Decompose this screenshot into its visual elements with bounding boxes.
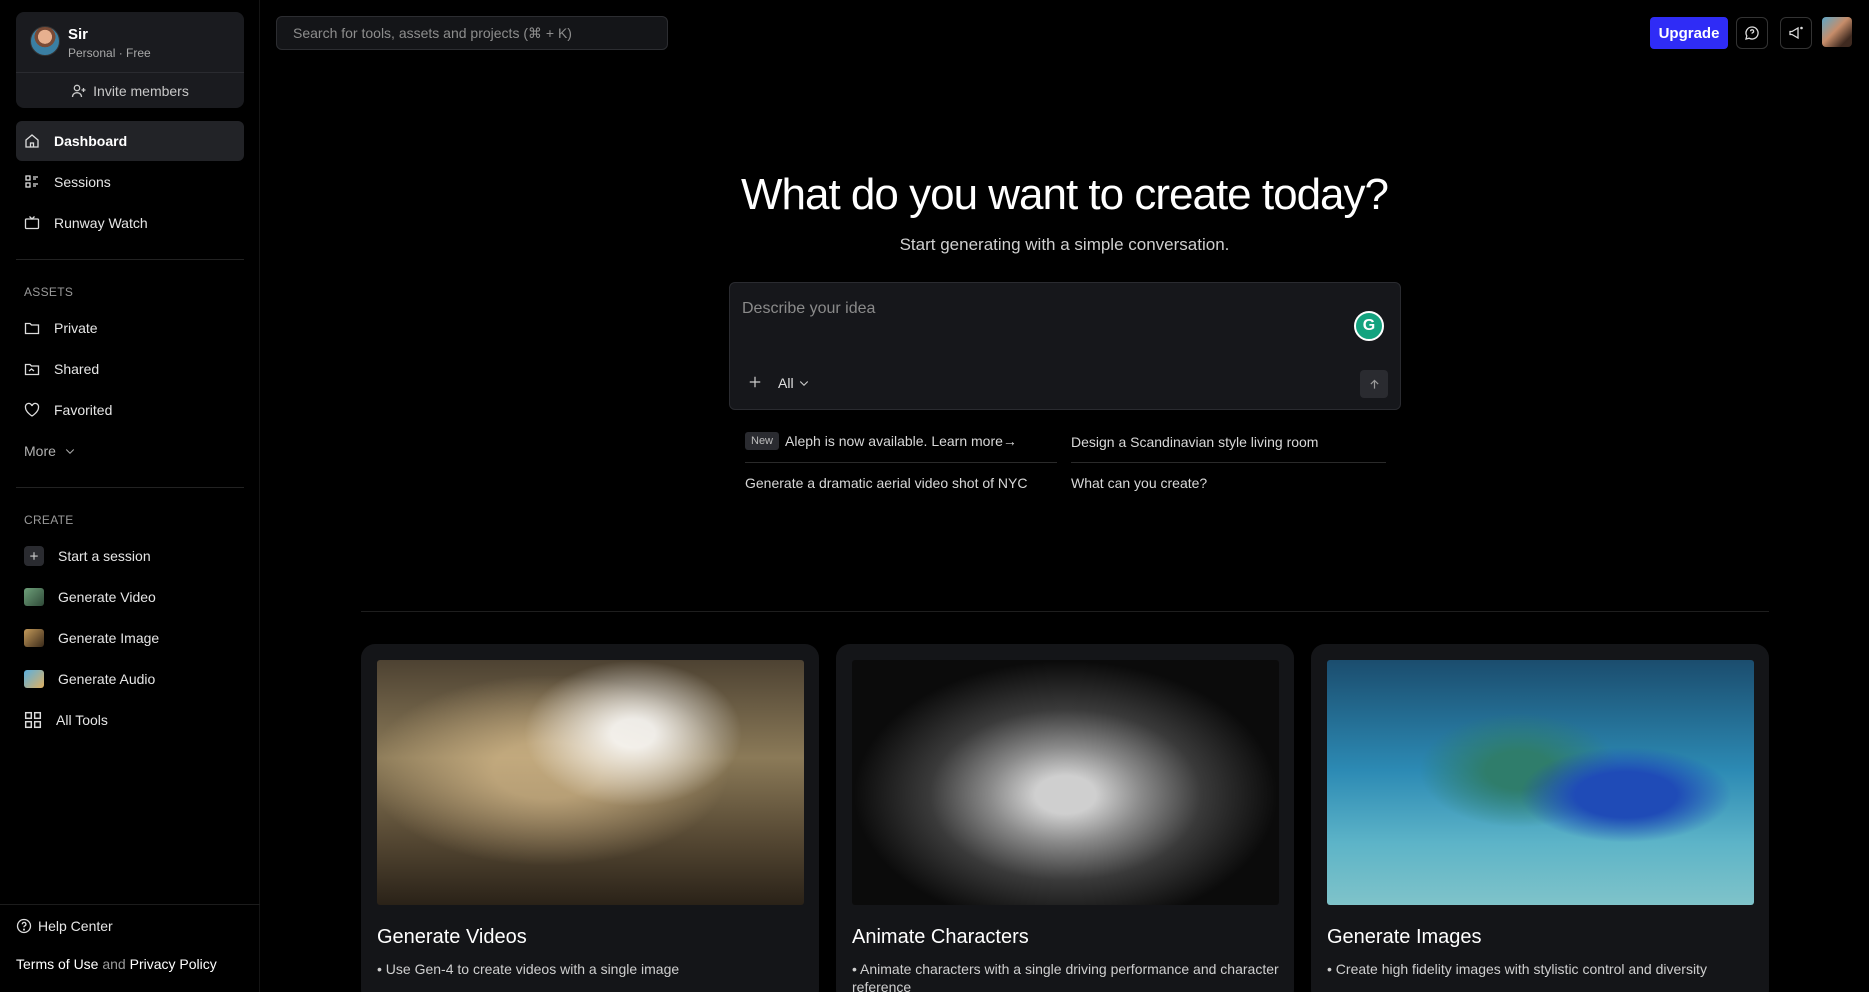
- sidebar-item-label: Generate Audio: [58, 671, 156, 687]
- card-generate-videos[interactable]: Generate Videos • Use Gen-4 to create vi…: [361, 644, 819, 992]
- sidebar-item-label: Favorited: [54, 402, 113, 418]
- sidebar-item-shared[interactable]: Shared: [16, 349, 244, 389]
- suggestion-label: What can you create?: [1071, 475, 1208, 491]
- search-placeholder: Search for tools, assets and projects (⌘…: [293, 24, 572, 41]
- more-label: More: [24, 443, 56, 459]
- terms-link[interactable]: Terms of Use: [16, 956, 98, 972]
- sidebar-item-favorited[interactable]: Favorited: [16, 390, 244, 430]
- new-badge: New: [745, 432, 780, 450]
- heart-icon: [24, 402, 40, 417]
- sidebar-item-generate-audio[interactable]: Generate Audio: [16, 659, 244, 699]
- card-title: Animate Characters: [852, 926, 1029, 948]
- chat-bubble-icon: [1745, 26, 1759, 40]
- megaphone-icon: [1789, 26, 1803, 40]
- image-thumbnail-icon: [24, 629, 44, 647]
- hero-subtitle: Start generating with a simple conversat…: [899, 235, 1230, 254]
- sidebar-footer-divider: [0, 904, 260, 905]
- legal-and-text: and: [102, 956, 126, 972]
- send-button[interactable]: [1360, 370, 1388, 398]
- card-description: • Use Gen-4 to create videos with a sing…: [377, 961, 680, 977]
- plus-icon: [24, 546, 44, 566]
- card-description: • Animate characters with a single drivi…: [852, 961, 1279, 992]
- account-name[interactable]: Sir: [68, 26, 88, 43]
- sidebar-item-generate-image[interactable]: Generate Image: [16, 618, 244, 658]
- sidebar-item-label: Dashboard: [54, 133, 128, 149]
- shared-folder-icon: [24, 363, 40, 376]
- profile-avatar[interactable]: [1822, 17, 1852, 47]
- sidebar-item-label: Private: [54, 320, 98, 336]
- invite-members-button[interactable]: Invite members: [16, 76, 244, 106]
- content-divider: [361, 611, 1769, 612]
- sidebar-item-label: Generate Image: [58, 630, 160, 646]
- add-attachment-button[interactable]: [748, 373, 762, 394]
- sidebar-item-all-tools[interactable]: All Tools: [16, 700, 244, 740]
- suggestion-label: Design a Scandinavian style living room: [1071, 434, 1319, 450]
- upgrade-button[interactable]: Upgrade: [1650, 17, 1728, 49]
- sidebar-item-label: All Tools: [56, 712, 108, 728]
- help-center-link[interactable]: Help Center: [16, 918, 113, 934]
- video-thumbnail-icon: [24, 588, 44, 606]
- mode-dropdown[interactable]: All: [778, 375, 810, 391]
- sidebar-item-dashboard[interactable]: Dashboard: [16, 121, 244, 161]
- sidebar-item-start-session[interactable]: Start a session: [16, 536, 244, 576]
- chevron-down-icon: [65, 449, 75, 454]
- card-animate-characters[interactable]: Animate Characters • Animate characters …: [836, 644, 1294, 992]
- suggestion-label: Aleph is now available. Learn more→: [785, 433, 1017, 449]
- assets-heading: ASSETS: [24, 285, 74, 299]
- suggestion-divider: [1071, 462, 1386, 463]
- create-heading: CREATE: [24, 513, 74, 527]
- announcements-button[interactable]: [1780, 17, 1812, 49]
- folder-icon: [24, 322, 40, 335]
- suggestion-aerial-nyc[interactable]: Generate a dramatic aerial video shot of…: [745, 475, 1027, 491]
- arrow-up-icon: [1369, 379, 1379, 389]
- grid-icon: [24, 711, 42, 729]
- invite-members-label: Invite members: [93, 83, 189, 99]
- home-icon: [25, 134, 39, 148]
- legal-links: Terms of Use and Privacy Policy: [16, 956, 217, 972]
- sidebar-item-label: Start a session: [58, 548, 151, 564]
- suggestion-what-can-you-create[interactable]: What can you create?: [1071, 475, 1207, 491]
- card-description: • Create high fidelity images with styli…: [1327, 961, 1707, 977]
- audio-thumbnail-icon: [24, 670, 44, 688]
- grammarly-icon[interactable]: G: [1354, 311, 1384, 341]
- account-panel: Sir Personal · Free Invite members: [16, 12, 244, 108]
- account-plan: Personal · Free: [68, 46, 151, 60]
- search-input[interactable]: Search for tools, assets and projects (⌘…: [276, 16, 668, 50]
- card-image-ape-face: [852, 660, 1279, 905]
- sidebar: Sir Personal · Free Invite members Dashb…: [0, 0, 260, 992]
- mode-dropdown-label: All: [778, 375, 794, 391]
- card-generate-images[interactable]: Generate Images • Create high fidelity i…: [1311, 644, 1769, 992]
- card-title: Generate Videos: [377, 926, 527, 948]
- card-title: Generate Images: [1327, 926, 1482, 948]
- feedback-button[interactable]: [1736, 17, 1768, 49]
- sidebar-item-label: Generate Video: [58, 589, 156, 605]
- suggestion-aleph[interactable]: New Aleph is now available. Learn more→: [745, 432, 1017, 450]
- account-divider: [16, 72, 244, 73]
- suggestion-scandinavian-room[interactable]: Design a Scandinavian style living room: [1071, 434, 1318, 450]
- sidebar-divider: [16, 259, 244, 260]
- prompt-input[interactable]: Describe your idea: [742, 300, 875, 318]
- sidebar-item-generate-video[interactable]: Generate Video: [16, 577, 244, 617]
- user-avatar[interactable]: [30, 26, 60, 56]
- sidebar-item-private[interactable]: Private: [16, 308, 244, 348]
- add-user-icon: [71, 84, 86, 98]
- chevron-down-icon: [799, 381, 808, 387]
- plus-icon: [749, 376, 761, 388]
- sidebar-item-label: Shared: [54, 361, 100, 377]
- card-image-fireworks: [377, 660, 804, 905]
- sidebar-divider: [16, 487, 244, 488]
- help-center-label: Help Center: [38, 918, 113, 934]
- prompt-box[interactable]: Describe your idea G All: [729, 282, 1401, 410]
- help-icon: [16, 918, 32, 934]
- sidebar-more-toggle[interactable]: More: [16, 431, 244, 471]
- hero-title: What do you want to create today?: [741, 170, 1389, 219]
- suggestion-label: Generate a dramatic aerial video shot of…: [745, 475, 1028, 491]
- suggestion-divider: [745, 462, 1057, 463]
- privacy-link[interactable]: Privacy Policy: [130, 956, 217, 972]
- app-root: Sir Personal · Free Invite members Dashb…: [0, 0, 1869, 992]
- card-image-peacock: [1327, 660, 1754, 905]
